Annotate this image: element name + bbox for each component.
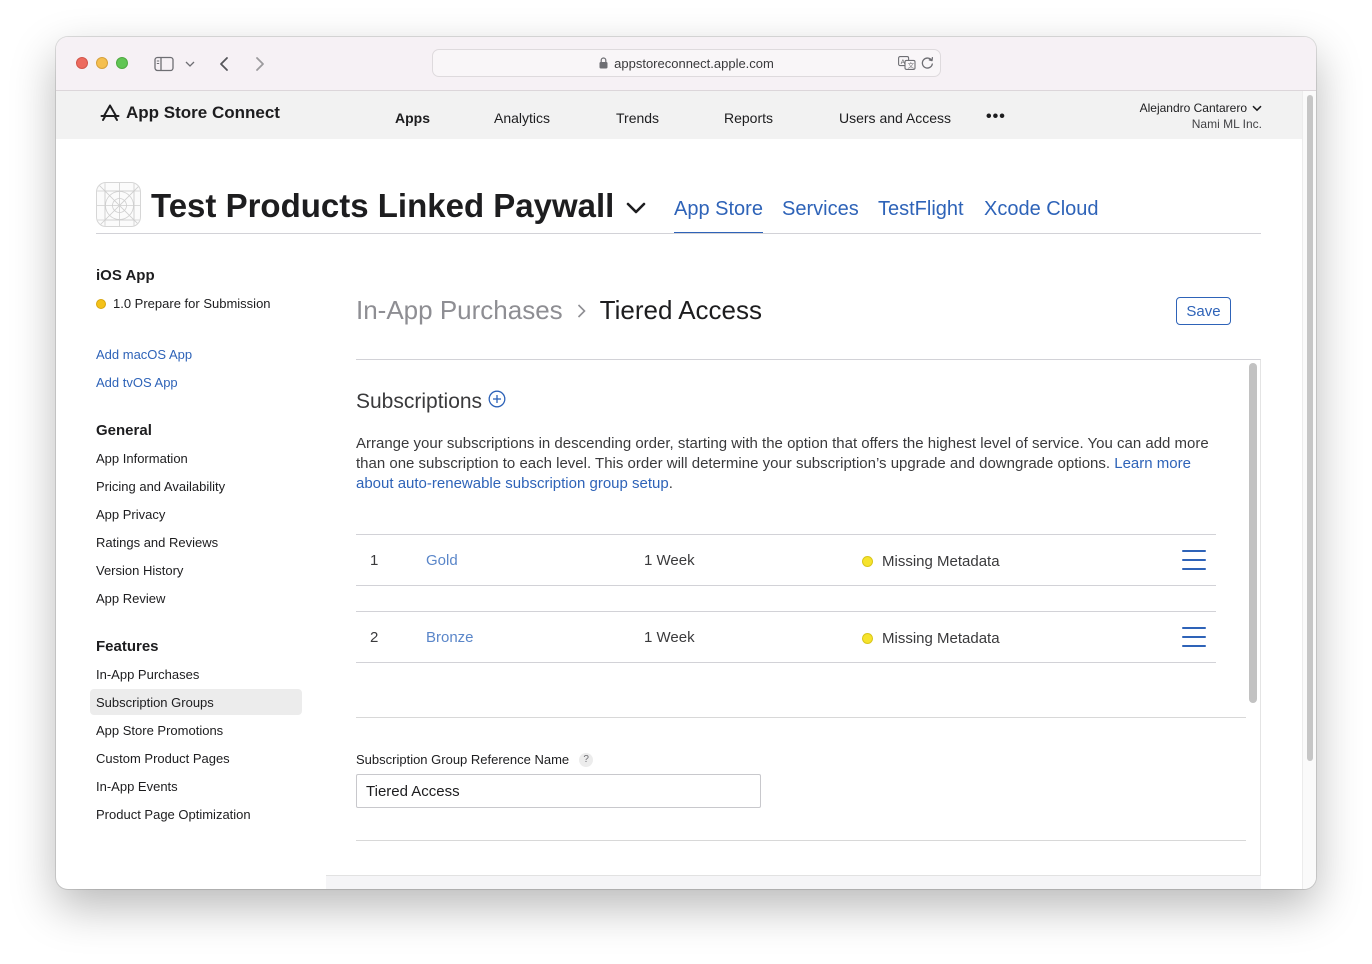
status-dot bbox=[96, 299, 106, 309]
app-name: Test Products Linked Paywall bbox=[151, 187, 615, 224]
sidebar-item-custom-product-pages[interactable]: Custom Product Pages bbox=[96, 751, 230, 766]
subscriptions-heading: Subscriptions bbox=[356, 390, 506, 414]
subscription-status: Missing Metadata bbox=[862, 630, 1000, 647]
breadcrumb: In-App Purchases Tiered Access bbox=[356, 295, 762, 326]
sidebar-item-app-privacy[interactable]: App Privacy bbox=[96, 507, 165, 522]
forward-arrow-icon[interactable] bbox=[250, 53, 270, 75]
breadcrumb-current: Tiered Access bbox=[599, 295, 762, 325]
chevron-right-icon bbox=[577, 303, 586, 319]
svg-text:文: 文 bbox=[908, 61, 915, 70]
logo-text: App Store Connect bbox=[126, 103, 280, 122]
reference-name-input[interactable] bbox=[356, 774, 761, 808]
sidebar-item-version[interactable]: 1.0 Prepare for Submission bbox=[96, 296, 271, 311]
minimize-window-button[interactable] bbox=[96, 57, 108, 69]
breadcrumb-in-app-purchases[interactable]: In-App Purchases bbox=[356, 295, 563, 326]
nav-users-and-access[interactable]: Users and Access bbox=[839, 110, 951, 126]
nav-apps[interactable]: Apps bbox=[395, 110, 430, 126]
browser-window: appstoreconnect.apple.com A文 App Store C… bbox=[56, 37, 1316, 889]
reference-name-label-text: Subscription Group Reference Name bbox=[356, 752, 570, 767]
sidebar-item-app-information[interactable]: App Information bbox=[96, 451, 188, 466]
sidebar-item-version-label: 1.0 Prepare for Submission bbox=[113, 296, 271, 311]
subscription-name-link[interactable]: Bronze bbox=[426, 629, 474, 646]
app-icon-placeholder bbox=[96, 182, 141, 227]
status-dot bbox=[862, 633, 873, 644]
zoom-window-button[interactable] bbox=[116, 57, 128, 69]
sidebar-item-subscription-groups[interactable]: Subscription Groups bbox=[96, 695, 214, 710]
sidebar-item-app-review[interactable]: App Review bbox=[96, 591, 165, 606]
tab-services[interactable]: Services bbox=[782, 198, 859, 221]
tab-xcode-cloud[interactable]: Xcode Cloud bbox=[984, 198, 1099, 221]
subscription-duration: 1 Week bbox=[644, 552, 695, 569]
sidebar-link-add-tvos-app[interactable]: Add tvOS App bbox=[96, 375, 178, 390]
subscriptions-title: Subscriptions bbox=[356, 390, 483, 413]
subscriptions-description: Arrange your subscriptions in descending… bbox=[356, 434, 1216, 494]
help-icon[interactable]: ? bbox=[579, 752, 594, 767]
address-bar[interactable]: appstoreconnect.apple.com A文 bbox=[432, 49, 941, 77]
sidebar-item-ratings-and-reviews[interactable]: Ratings and Reviews bbox=[96, 535, 218, 550]
subscription-duration: 1 Week bbox=[644, 629, 695, 646]
app-store-connect-logo[interactable]: App Store Connect bbox=[100, 103, 280, 123]
reload-icon[interactable] bbox=[921, 56, 934, 73]
chevron-down-icon bbox=[626, 202, 646, 214]
drag-handle-icon[interactable] bbox=[1182, 550, 1206, 570]
sidebar-heading-ios-app[interactable]: iOS App bbox=[96, 267, 155, 284]
nav-analytics[interactable]: Analytics bbox=[494, 110, 550, 126]
account-name-row: Alejandro Cantarero bbox=[1140, 101, 1262, 115]
url-text: appstoreconnect.apple.com bbox=[614, 55, 774, 71]
sidebar-heading-features: Features bbox=[96, 638, 159, 655]
sidebar-item-app-store-promotions[interactable]: App Store Promotions bbox=[96, 723, 223, 738]
sidebar-item-in-app-purchases[interactable]: In-App Purchases bbox=[96, 667, 199, 682]
subscription-name-link[interactable]: Gold bbox=[426, 552, 458, 569]
sidebar-item-version-history[interactable]: Version History bbox=[96, 563, 183, 578]
subscription-status-label: Missing Metadata bbox=[882, 630, 1000, 647]
close-window-button[interactable] bbox=[76, 57, 88, 69]
browser-toolbar: appstoreconnect.apple.com A文 bbox=[56, 37, 1316, 91]
more-menu-icon[interactable]: ••• bbox=[986, 108, 1006, 126]
save-button[interactable]: Save bbox=[1176, 297, 1231, 325]
translate-icon[interactable]: A文 bbox=[898, 56, 916, 73]
subscription-rank: 2 bbox=[370, 629, 379, 646]
table-row[interactable]: 2 Bronze 1 Week Missing Metadata bbox=[356, 611, 1216, 663]
sidebar-heading-general: General bbox=[96, 422, 152, 439]
table-row[interactable]: 1 Gold 1 Week Missing Metadata bbox=[356, 534, 1216, 586]
tab-testflight[interactable]: TestFlight bbox=[878, 198, 964, 221]
title-divider bbox=[96, 233, 1261, 234]
app-title[interactable]: Test Products Linked Paywall bbox=[151, 187, 646, 225]
section-divider bbox=[356, 840, 1246, 841]
sidebar-link-add-macos-app[interactable]: Add macOS App bbox=[96, 347, 192, 362]
section-divider bbox=[356, 717, 1246, 718]
subscription-rank: 1 bbox=[370, 552, 379, 569]
sidebar-item-pricing-and-availability[interactable]: Pricing and Availability bbox=[96, 479, 225, 494]
drag-handle-icon[interactable] bbox=[1182, 627, 1206, 647]
sidebar-item-product-page-optimization[interactable]: Product Page Optimization bbox=[96, 807, 251, 822]
nav-reports[interactable]: Reports bbox=[724, 110, 773, 126]
status-dot bbox=[862, 556, 873, 567]
tab-app-store[interactable]: App Store bbox=[674, 198, 763, 234]
add-circle-icon[interactable] bbox=[488, 390, 506, 414]
sidebar-toggle-icon[interactable] bbox=[153, 53, 175, 75]
subscription-status-label: Missing Metadata bbox=[882, 553, 1000, 570]
svg-text:A: A bbox=[901, 58, 906, 66]
description-period: . bbox=[668, 475, 673, 492]
top-nav-bar: App Store Connect Apps Analytics Trends … bbox=[56, 91, 1302, 139]
nav-trends[interactable]: Trends bbox=[616, 110, 659, 126]
description-text: Arrange your subscriptions in descending… bbox=[356, 435, 1209, 472]
subscription-status: Missing Metadata bbox=[862, 553, 1000, 570]
page-scrollbar[interactable] bbox=[1302, 91, 1316, 889]
chevron-down-icon[interactable] bbox=[182, 53, 198, 75]
account-menu[interactable]: Alejandro Cantarero Nami ML Inc. bbox=[1140, 101, 1262, 131]
reference-name-label: Subscription Group Reference Name ? bbox=[356, 752, 594, 767]
panel-scrollbar-thumb[interactable] bbox=[1249, 363, 1257, 703]
lock-icon bbox=[599, 57, 608, 69]
sidebar-item-in-app-events[interactable]: In-App Events bbox=[96, 779, 178, 794]
account-name: Alejandro Cantarero bbox=[1139, 101, 1247, 115]
page-scrollbar-thumb[interactable] bbox=[1307, 95, 1313, 761]
chevron-down-icon bbox=[1252, 101, 1262, 115]
app-store-icon bbox=[100, 104, 120, 122]
panel-footer bbox=[326, 875, 1261, 889]
account-organization: Nami ML Inc. bbox=[1191, 117, 1262, 131]
back-arrow-icon[interactable] bbox=[214, 53, 234, 75]
